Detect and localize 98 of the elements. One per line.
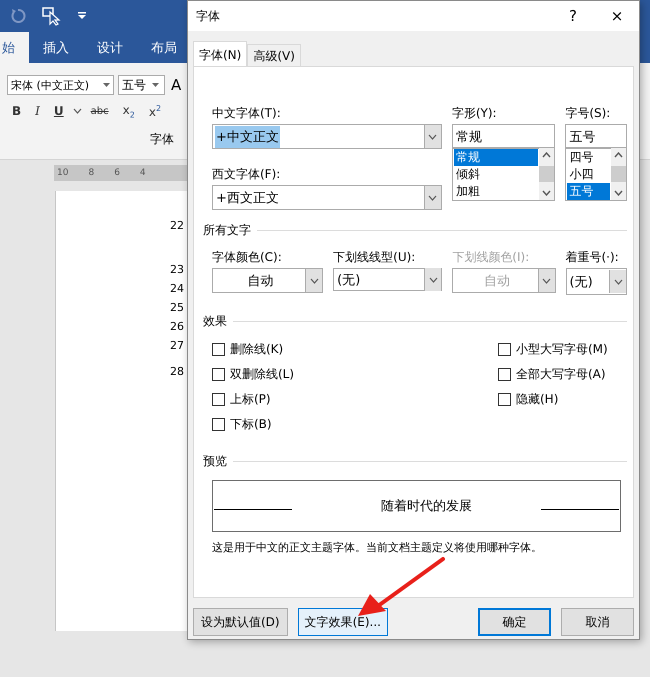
- line-number: 23: [170, 262, 184, 278]
- dropdown-value: 自动: [482, 272, 511, 290]
- chevron-down-icon: [428, 194, 438, 200]
- dialog-button[interactable]: 取消: [561, 608, 634, 636]
- western-font-combo[interactable]: +西文正文: [212, 185, 442, 210]
- ribbon-tab[interactable]: 布局: [137, 32, 191, 63]
- ruler-number: 4: [140, 168, 146, 178]
- dialog-tab[interactable]: 高级(V): [247, 44, 301, 66]
- ribbon-tab[interactable]: 始: [0, 32, 29, 63]
- checkbox-label[interactable]: 隐藏(H): [516, 391, 558, 408]
- combo-value: +中文正文: [215, 126, 280, 148]
- field-label: 下划线线型(U):: [333, 249, 416, 264]
- field-label: 字体颜色(C):: [212, 249, 283, 264]
- scroll-thumb[interactable]: [539, 166, 554, 182]
- dropdown-value: 自动: [246, 272, 275, 290]
- dialog-tab[interactable]: 字体(N): [193, 41, 248, 66]
- format-button[interactable]: abc: [86, 104, 114, 119]
- dropdown[interactable]: (无): [566, 268, 628, 295]
- dropdown[interactable]: (无): [333, 268, 442, 291]
- ribbon-tab[interactable]: 设计: [83, 32, 137, 63]
- scroll-up-icon[interactable]: [542, 152, 552, 158]
- checkbox-label[interactable]: 双删除线(L): [230, 366, 294, 383]
- line-number: 26: [170, 319, 184, 335]
- checkbox-label[interactable]: 小型大写字母(M): [516, 341, 608, 358]
- field-label: 字号(S):: [565, 105, 612, 120]
- help-button[interactable]: ?: [551, 1, 595, 31]
- format-button[interactable]: B: [7, 102, 26, 120]
- dropdown-icon: [152, 83, 159, 87]
- list-option[interactable]: 小四: [567, 166, 610, 183]
- section-heading: 预览: [203, 453, 227, 470]
- chevron-down-icon[interactable]: [72, 108, 82, 114]
- ruler-number: 10: [57, 168, 68, 178]
- line-number: 22: [170, 218, 184, 234]
- chevron-down-icon: [310, 278, 319, 284]
- preview-text: 随着时代的发展: [381, 498, 472, 515]
- format-button[interactable]: x$_{2}$: [118, 101, 140, 122]
- line-number: 28: [170, 364, 184, 380]
- list-option[interactable]: 加粗: [454, 183, 538, 200]
- line-number: 25: [170, 300, 184, 316]
- dialog-button[interactable]: 设为默认值(D): [193, 608, 288, 636]
- ruler-number: 8: [88, 168, 94, 178]
- group-label: 字体: [150, 131, 174, 148]
- line-number: 27: [170, 338, 184, 354]
- chevron-down-icon: [542, 278, 551, 284]
- line-number: 24: [170, 281, 184, 297]
- format-button[interactable]: U: [48, 102, 69, 120]
- checkbox-label[interactable]: 上标(P): [230, 391, 271, 408]
- checkbox[interactable]: [212, 418, 225, 431]
- field-label: 字形(Y):: [452, 105, 498, 120]
- dialog-button[interactable]: 确定: [478, 608, 551, 636]
- field-label: 中文字体(T):: [212, 105, 282, 120]
- style-list[interactable]: 常规 倾斜 加粗: [452, 147, 556, 201]
- ribbon-tab[interactable]: 插入: [29, 32, 83, 63]
- scroll-down-icon[interactable]: [614, 190, 623, 196]
- checkbox[interactable]: [498, 393, 511, 406]
- field-label: 下划线颜色(I):: [452, 249, 530, 264]
- chinese-font-combo[interactable]: +中文正文: [212, 124, 442, 149]
- combo-value: +西文正文: [215, 190, 280, 206]
- font-size-box[interactable]: 五号: [118, 75, 165, 95]
- scroll-up-icon[interactable]: [614, 152, 623, 158]
- touch-mode-icon[interactable]: [42, 6, 62, 26]
- field-label: 西文字体(F):: [212, 166, 282, 181]
- checkbox[interactable]: [212, 368, 225, 381]
- style-field[interactable]: 常规: [452, 124, 556, 149]
- checkbox-label[interactable]: 下标(B): [230, 416, 272, 433]
- dropdown-value: (无): [568, 274, 594, 290]
- list-option[interactable]: 四号: [567, 149, 610, 166]
- preview-note: 这是用于中文的正文主题字体。当前文档主题定义将使用哪种字体。: [212, 540, 543, 555]
- scroll-thumb[interactable]: [611, 166, 626, 182]
- chevron-down-icon: [614, 278, 623, 284]
- color-dropdown[interactable]: 自动: [212, 268, 324, 293]
- list-option[interactable]: 五号: [567, 183, 610, 200]
- dialog-title: 字体: [196, 8, 221, 24]
- checkbox[interactable]: [212, 393, 225, 406]
- grow-font-button[interactable]: A: [169, 76, 184, 94]
- checkbox[interactable]: [498, 343, 511, 356]
- format-button[interactable]: I: [30, 102, 45, 120]
- checkbox-label[interactable]: 全部大写字母(A): [516, 366, 606, 383]
- checkbox-label[interactable]: 删除线(K): [230, 341, 284, 358]
- list-option[interactable]: 常规: [454, 149, 538, 166]
- chevron-down-icon: [428, 134, 438, 140]
- chevron-down-icon: [428, 276, 438, 282]
- dropdown-icon: [103, 83, 110, 87]
- format-button[interactable]: x$^{2}$: [144, 102, 166, 121]
- section-heading: 所有文字: [203, 222, 251, 239]
- font-name-box[interactable]: 宋体 (中文正文): [7, 75, 114, 95]
- checkbox[interactable]: [212, 343, 225, 356]
- ruler-number: 6: [114, 168, 120, 178]
- dialog-button[interactable]: 文字效果(E)...: [298, 608, 388, 636]
- list-option[interactable]: 倾斜: [454, 166, 538, 183]
- dropdown-value: (无): [336, 272, 362, 288]
- close-button[interactable]: ×: [595, 1, 639, 31]
- section-heading: 效果: [203, 313, 227, 330]
- scroll-down-icon[interactable]: [542, 190, 552, 196]
- customize-icon[interactable]: [78, 12, 86, 20]
- field-label: 着重号(·):: [566, 249, 620, 264]
- size-list[interactable]: 四号 小四 五号: [565, 147, 627, 201]
- checkbox[interactable]: [498, 368, 511, 381]
